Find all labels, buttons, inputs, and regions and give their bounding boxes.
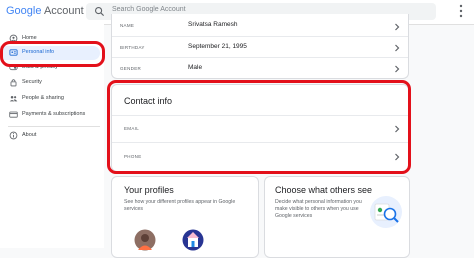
sidebar-item-label: Security — [22, 79, 42, 85]
name-row[interactable]: NAME Srivatsa Ramesh — [112, 14, 408, 37]
google-account-logo[interactable]: Google Account — [6, 5, 84, 17]
chevron-right-icon — [395, 44, 400, 52]
sidebar-item-label: People & sharing — [22, 95, 64, 101]
your-profiles-title: Your profiles — [124, 185, 174, 195]
choose-card-title: Choose what others see — [275, 185, 373, 195]
your-profiles-card[interactable]: Your profiles See how your different pro… — [111, 176, 259, 258]
your-profiles-description: See how your different profiles appear i… — [124, 199, 236, 212]
gender-label: GENDER — [120, 66, 142, 71]
sidebar-item-people-sharing[interactable]: People & sharing — [0, 92, 104, 106]
gender-row[interactable]: GENDER Male — [112, 58, 408, 78]
sidebar-item-label: About — [22, 132, 37, 138]
more-vert-icon[interactable] — [455, 3, 467, 19]
chevron-right-icon — [395, 65, 400, 73]
search-input[interactable]: Search Google Account — [112, 6, 186, 13]
sidebar-item-security[interactable]: Security — [0, 76, 104, 90]
gender-value: Male — [188, 64, 203, 71]
lock-icon — [10, 79, 17, 87]
logo-google-word: Google — [6, 5, 42, 17]
birthday-row[interactable]: BIRTHDAY September 21, 1995 — [112, 37, 408, 58]
logo-account-word: Account — [43, 5, 84, 17]
sidebar-item-label: Payments & subscriptions — [22, 111, 86, 117]
sidebar-item-payments[interactable]: Payments & subscriptions — [0, 108, 104, 122]
profile-search-illustration-icon — [370, 196, 402, 228]
sidebar-divider — [8, 126, 100, 127]
birthday-label: BIRTHDAY — [120, 45, 145, 50]
birthday-value: September 21, 1995 — [188, 43, 247, 50]
name-value: Srivatsa Ramesh — [188, 21, 238, 28]
basic-info-card: NAME Srivatsa Ramesh BIRTHDAY September … — [111, 14, 409, 79]
people-icon — [9, 95, 18, 102]
choose-what-others-see-card[interactable]: Choose what others see Decide what perso… — [264, 176, 410, 258]
chevron-right-icon — [395, 23, 400, 31]
name-label: NAME — [120, 23, 135, 28]
credit-card-icon — [9, 111, 18, 118]
sidebar-item-about[interactable]: About — [0, 129, 104, 143]
contact-info-highlight — [107, 80, 411, 174]
search-icon — [95, 7, 105, 17]
personal-info-highlight — [0, 41, 105, 67]
choose-card-description: Decide what personal information you mak… — [275, 199, 362, 219]
info-icon — [9, 131, 18, 140]
